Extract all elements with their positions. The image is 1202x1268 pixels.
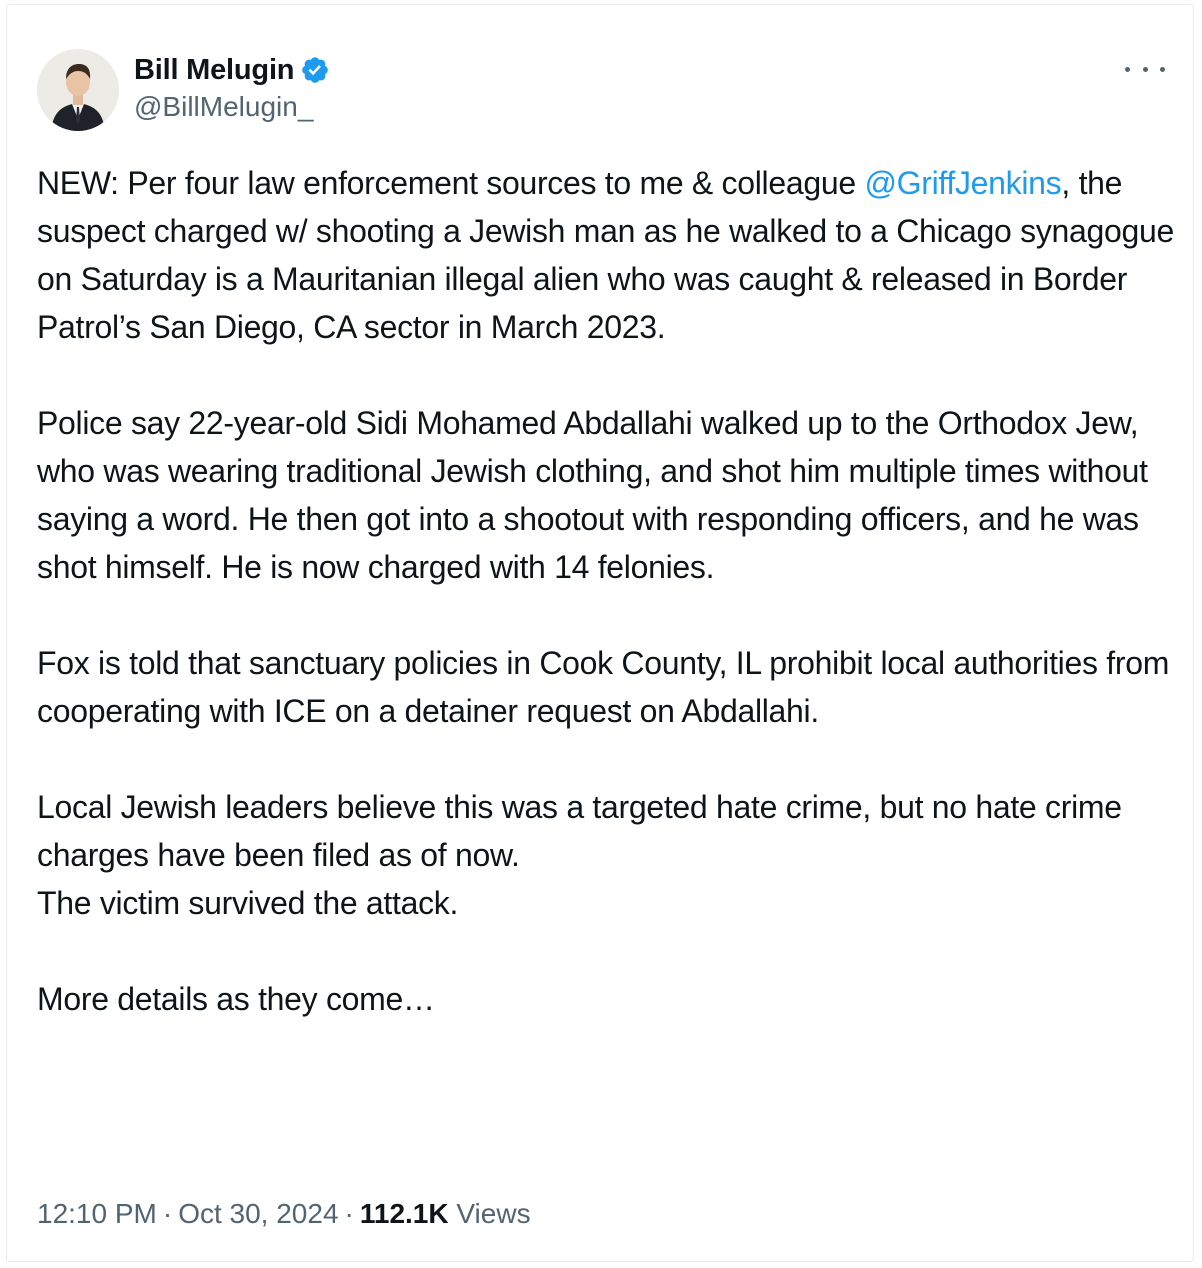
- tweet-paragraph-3: Fox is told that sanctuary policies in C…: [37, 645, 1170, 729]
- tweet-card: Bill Melugin @BillMelugin_ NEW: Per four…: [6, 4, 1194, 1262]
- author-display-name[interactable]: Bill Melugin: [134, 54, 295, 87]
- meta-separator: ·: [162, 1198, 173, 1229]
- views-label: Views: [456, 1198, 531, 1229]
- author-handle[interactable]: @BillMelugin_: [134, 91, 313, 123]
- tweet-paragraph-4: Local Jewish leaders believe this was a …: [37, 783, 1177, 927]
- tweet-date[interactable]: Oct 30, 2024: [178, 1198, 338, 1229]
- author-name-row[interactable]: Bill Melugin: [134, 50, 330, 90]
- tweet-text-segment: Local Jewish leaders believe this was a …: [37, 789, 1122, 873]
- more-horizontal-icon: [1142, 66, 1148, 72]
- mention-link[interactable]: @GriffJenkins: [864, 165, 1061, 201]
- tweet-paragraph-5: More details as they come…: [37, 981, 435, 1017]
- tweet-time[interactable]: 12:10 PM: [37, 1198, 157, 1229]
- avatar[interactable]: [37, 49, 119, 131]
- tweet-text: NEW: Per four law enforcement sources to…: [37, 159, 1177, 1023]
- more-options-button[interactable]: [1125, 57, 1165, 81]
- avatar-image: [37, 49, 119, 131]
- meta-separator: ·: [344, 1198, 354, 1229]
- tweet-text-segment: NEW: Per four law enforcement sources to…: [37, 165, 865, 201]
- views-count: 112.1K: [359, 1198, 449, 1229]
- verified-badge-icon: [300, 55, 330, 85]
- tweet-meta: 12:10 PM · Oct 30, 2024 · 112.1K Views: [37, 1198, 531, 1230]
- more-horizontal-icon: [1160, 66, 1165, 72]
- tweet-paragraph-1: NEW: Per four law enforcement sources to…: [37, 159, 1177, 351]
- tweet-text-segment: The victim survived the attack.: [37, 885, 459, 921]
- tweet-paragraph-2: Police say 22-year-old Sidi Mohamed Abda…: [37, 405, 1148, 585]
- more-horizontal-icon: [1125, 66, 1130, 72]
